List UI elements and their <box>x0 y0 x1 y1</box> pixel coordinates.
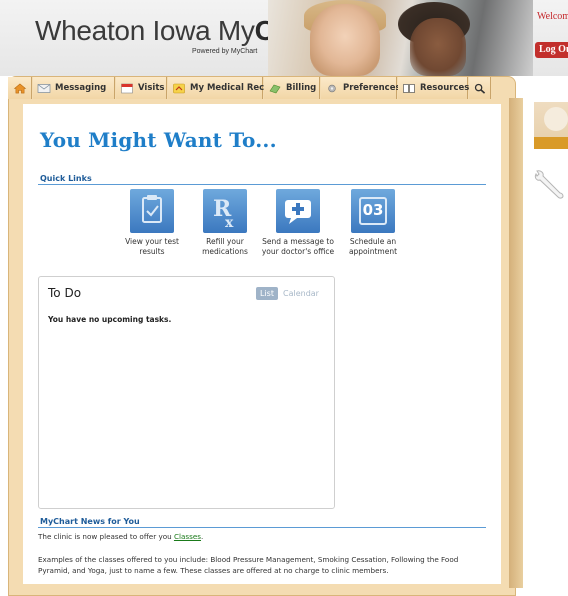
book-icon <box>403 83 415 93</box>
todo-list-button[interactable]: List <box>256 287 278 300</box>
tab-visits-label: Visits <box>138 83 165 93</box>
tab-billing-label: Billing <box>286 83 317 93</box>
billing-icon <box>269 84 281 93</box>
news-paragraph-2-line2: Pyramid, and Yoga, just to name a few. T… <box>38 566 389 575</box>
welcome-text: Welcome <box>537 11 568 22</box>
tab-messaging[interactable]: Messaging <box>33 77 115 99</box>
news-paragraph-2-line1: Examples of the classes offered to you i… <box>38 555 459 564</box>
rx-icon: R x <box>203 189 247 233</box>
tab-preferences-label: Preferences <box>343 83 401 93</box>
header-photo <box>268 0 533 76</box>
tab-visits[interactable]: Visits <box>116 77 167 99</box>
quick-link-schedule[interactable]: 03 Schedule an appointment <box>328 189 418 257</box>
page-title: You Might Want To... <box>40 128 277 152</box>
photo-face-1 <box>310 4 380 76</box>
envelope-icon <box>37 83 51 93</box>
news-divider <box>38 527 486 528</box>
svg-text:x: x <box>225 215 234 231</box>
header: Wheaton Iowa MyCare Powered by MyChart W… <box>0 0 568 76</box>
tab-resources-label: Resources <box>420 83 470 93</box>
wrench-icon[interactable] <box>530 166 568 204</box>
brand-name: Wheaton Iowa My <box>35 15 255 46</box>
avatar-silhouette <box>544 107 568 131</box>
news-line-1: The clinic is now pleased to offer you C… <box>38 531 203 542</box>
message-plus-icon <box>276 189 320 233</box>
news-line-1-end: . <box>201 532 204 541</box>
todo-empty-message: You have no upcoming tasks. <box>48 315 172 324</box>
tab-search[interactable] <box>469 77 491 99</box>
nav-tabs: Messaging Visits My Medical Record Billi… <box>8 77 528 99</box>
clipboard-icon <box>130 189 174 233</box>
frame-edge <box>509 98 523 588</box>
news-paragraph-2: Examples of the classes offered to you i… <box>38 554 458 576</box>
gear-icon <box>328 84 336 92</box>
avatar-band <box>534 137 568 149</box>
tab-preferences[interactable]: Preferences <box>321 77 401 99</box>
classes-link[interactable]: Classes <box>174 532 201 541</box>
calendar-03-icon: 03 <box>351 189 395 233</box>
news-heading: MyChart News for You <box>40 517 140 526</box>
brand-logo[interactable]: Wheaton Iowa MyCare Powered by MyChart <box>5 5 316 65</box>
medical-record-icon <box>173 83 185 93</box>
logout-button[interactable]: Log Out <box>535 42 568 58</box>
tab-resources[interactable]: Resources <box>398 77 470 99</box>
news-line-1-text: The clinic is now pleased to offer you <box>38 532 174 541</box>
quick-link-schedule-line1: Schedule an <box>349 237 397 246</box>
photo-face-2 <box>410 18 466 76</box>
tab-messaging-label: Messaging <box>55 83 107 93</box>
search-icon <box>474 83 485 94</box>
home-icon <box>13 83 26 93</box>
tab-medical-record[interactable]: My Medical Record <box>168 77 280 99</box>
tab-billing[interactable]: Billing <box>264 77 320 99</box>
todo-calendar-button[interactable]: Calendar <box>283 287 319 300</box>
todo-title: To Do <box>48 286 82 300</box>
quick-link-schedule-line2: appointment <box>348 247 398 256</box>
quick-links-heading: Quick Links <box>40 174 92 183</box>
tab-home[interactable] <box>8 77 32 99</box>
calendar-icon <box>121 83 133 93</box>
brand-subtitle: Powered by MyChart <box>192 48 258 55</box>
quick-links-divider <box>38 184 486 185</box>
todo-panel: To Do List Calendar You have no upcoming… <box>38 276 335 509</box>
calendar-badge: 03 <box>362 201 384 219</box>
